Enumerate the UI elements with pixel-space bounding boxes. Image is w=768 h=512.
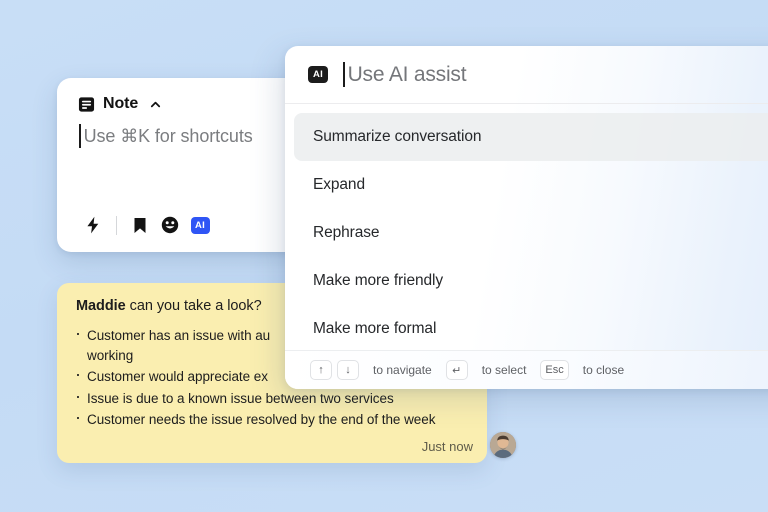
text-caret — [343, 62, 345, 87]
note-title: Note — [103, 95, 139, 112]
note-placeholder: Use ⌘K for shortcuts — [83, 125, 253, 146]
ai-option-rephrase[interactable]: Rephrase — [294, 209, 768, 257]
bookmark-icon — [134, 217, 146, 233]
ai-option-list: Summarize conversation Expand Rephrase M… — [285, 104, 768, 353]
ai-assist-panel: AI Use AI assist Summarize conversation … — [285, 46, 768, 389]
select-hint: ↵ to select — [445, 360, 541, 380]
note-author: Maddie — [76, 298, 126, 314]
close-hint-label: to close — [582, 363, 625, 377]
emoji-icon — [161, 216, 179, 234]
bookmark-icon-button[interactable] — [125, 212, 155, 238]
ai-option-make-more-friendly[interactable]: Make more friendly — [294, 257, 768, 305]
ai-badge-icon: AI — [308, 66, 328, 83]
select-hint-label: to select — [481, 363, 527, 377]
ai-assist-header: AI Use AI assist — [285, 46, 768, 104]
list-item: Customer needs the issue resolved by the… — [75, 408, 487, 430]
bullet-text: Customer has an issue with au — [87, 328, 271, 343]
arrow-up-key: ↑ — [310, 360, 332, 380]
arrow-down-key: ↓ — [337, 360, 359, 380]
ai-badge-label: AI — [190, 216, 210, 234]
list-item: Issue is due to a known issue between tw… — [75, 387, 487, 409]
note-lead-text: can you take a look? — [125, 298, 262, 314]
note-toolbar: AI — [78, 212, 215, 238]
ai-option-expand[interactable]: Expand — [294, 161, 768, 209]
ai-option-make-more-formal[interactable]: Make more formal — [294, 305, 768, 353]
enter-key: ↵ — [445, 360, 468, 380]
avatar — [490, 432, 516, 458]
navigate-hint: ↑ ↓ to navigate — [310, 360, 446, 380]
text-caret — [79, 124, 81, 148]
emoji-icon-button[interactable] — [155, 212, 185, 238]
lightning-icon — [87, 216, 99, 234]
chevron-up-icon[interactable] — [149, 98, 162, 111]
ai-badge-button[interactable]: AI — [185, 212, 215, 238]
escape-key: Esc — [540, 360, 569, 380]
ai-assist-input[interactable]: Use AI assist — [343, 62, 467, 87]
toolbar-divider — [116, 215, 117, 235]
navigate-hint-label: to navigate — [373, 363, 432, 377]
lightning-icon-button[interactable] — [78, 212, 108, 238]
close-hint: Esc to close — [540, 360, 638, 380]
app-background: Note Use ⌘K for shortcuts AI Maddie can … — [0, 0, 768, 512]
note-timestamp: Just now — [421, 439, 473, 454]
note-document-icon — [78, 96, 95, 112]
ai-option-summarize-conversation[interactable]: Summarize conversation — [294, 113, 768, 161]
ai-input-placeholder: Use AI assist — [347, 62, 467, 86]
ai-assist-footer: ↑ ↓ to navigate ↵ to select Esc to close — [285, 350, 768, 389]
avatar-image — [490, 432, 516, 458]
